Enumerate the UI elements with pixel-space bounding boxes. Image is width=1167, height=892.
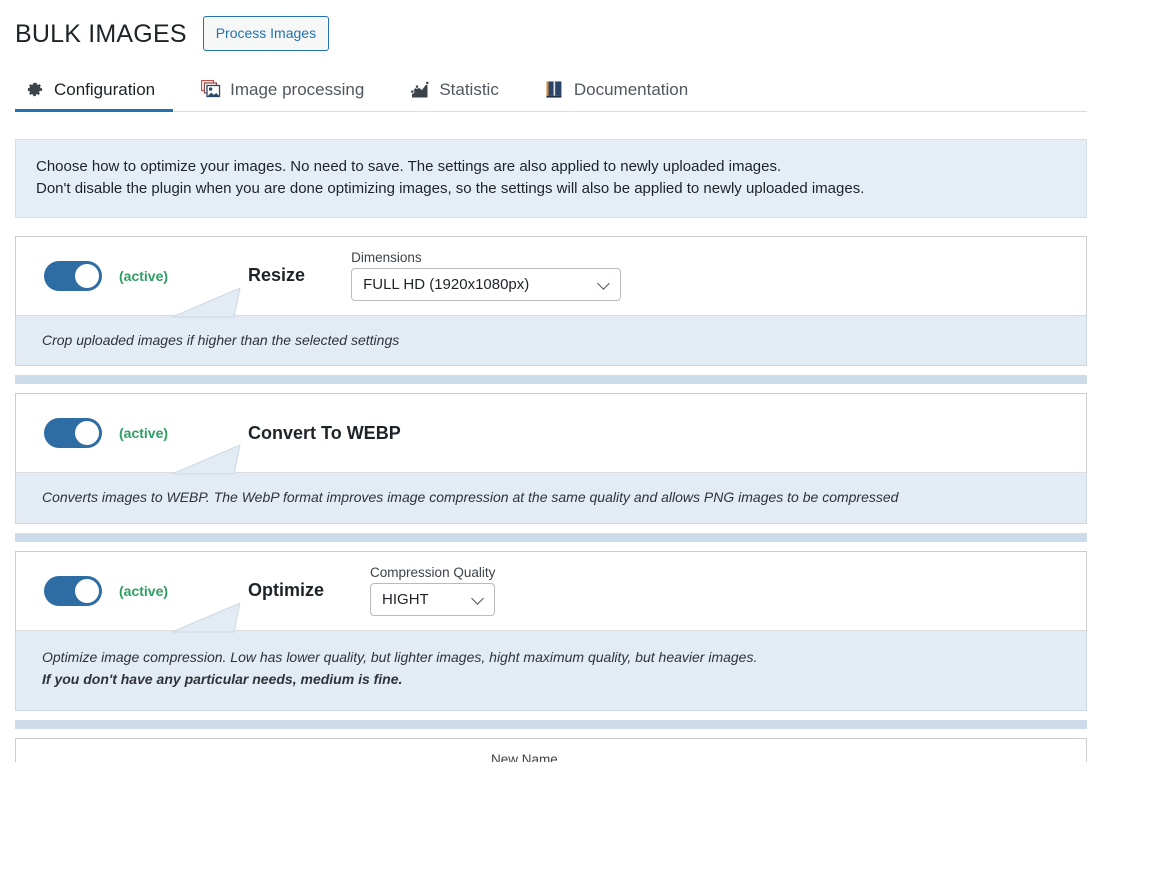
card-separator-bar <box>15 532 1087 542</box>
partial-field-label: New Name <box>491 752 558 763</box>
tab-documentation[interactable]: Documentation <box>535 75 706 111</box>
resize-feature-name: Resize <box>248 265 306 285</box>
page-title: BULK IMAGES <box>15 19 187 48</box>
compression-quality-field: Compression Quality HIGHT <box>370 565 496 617</box>
tab-bar: Configuration Image processing Statistic… <box>15 75 1087 112</box>
convert-webp-description: Converts images to WEBP. The WebP format… <box>15 445 1087 524</box>
setting-row: (active) Resize Dimensions FULL HD (1920… <box>16 237 1086 316</box>
compression-quality-select[interactable]: HIGHT <box>370 583 496 617</box>
optimize-state-label: (active) <box>119 582 169 599</box>
images-icon <box>200 79 221 100</box>
setting-card-resize: (active) Resize Dimensions FULL HD (1920… <box>15 235 1087 367</box>
chart-icon <box>409 79 430 100</box>
description-line-1: Optimize image compression. Low has lowe… <box>42 648 758 665</box>
setting-card-optimize: (active) Optimize Compression Quality HI… <box>15 550 1087 712</box>
dimensions-selected-value: FULL HD (1920x1080px) <box>363 276 530 294</box>
card-spacer <box>15 384 1087 394</box>
optimize-feature-name: Optimize <box>248 580 325 601</box>
setting-card-partial: New Name <box>15 738 1087 763</box>
tab-label: Image processing <box>230 79 365 99</box>
convert-webp-feature-name: Convert To WEBP <box>248 422 401 443</box>
setting-row: (active) Convert To WEBP <box>16 394 1086 474</box>
compression-quality-label: Compression Quality <box>370 565 496 581</box>
tab-statistic[interactable]: Statistic <box>400 75 517 111</box>
book-icon <box>544 79 565 100</box>
chevron-down-icon <box>473 594 484 605</box>
tab-configuration[interactable]: Configuration <box>15 75 174 112</box>
optimize-toggle[interactable] <box>44 575 102 606</box>
page-header: BULK IMAGES Process Images <box>0 0 1167 51</box>
setting-row: (active) Optimize Compression Quality HI… <box>16 552 1086 631</box>
dimensions-label: Dimensions <box>351 249 422 265</box>
card-separator-bar <box>15 375 1087 385</box>
notice-line-2: Don't disable the plugin when you are do… <box>36 179 865 197</box>
tab-label: Configuration <box>54 79 156 99</box>
bulk-images-settings-page: BULK IMAGES Process Images Configuration <box>0 0 1167 892</box>
optimize-description: Optimize image compression. Low has lowe… <box>15 602 1087 712</box>
toggle-knob <box>75 421 99 446</box>
info-notice: Choose how to optimize your images. No n… <box>15 139 1087 218</box>
description-line-1: Converts images to WEBP. The WebP format… <box>42 489 899 506</box>
tab-label: Documentation <box>573 79 689 99</box>
setting-card-convert-webp: (active) Convert To WEBP Converts images… <box>15 393 1087 524</box>
card-spacer <box>15 541 1087 551</box>
compression-quality-selected-value: HIGHT <box>382 591 429 609</box>
notice-line-1: Choose how to optimize your images. No n… <box>36 158 782 175</box>
chevron-down-icon <box>599 279 610 290</box>
card-spacer <box>15 366 1087 376</box>
description-line-1: Crop uploaded images if higher than the … <box>42 331 400 348</box>
process-images-button[interactable]: Process Images <box>202 16 330 51</box>
card-spacer <box>15 729 1087 739</box>
resize-toggle[interactable] <box>44 260 102 291</box>
toggle-knob <box>75 578 99 603</box>
convert-webp-state-label: (active) <box>119 425 169 442</box>
dimensions-select[interactable]: FULL HD (1920x1080px) <box>351 268 622 302</box>
gear-icon <box>24 79 45 100</box>
resize-state-label: (active) <box>119 267 169 284</box>
toggle-knob <box>75 263 99 288</box>
card-spacer <box>15 523 1087 533</box>
dimensions-field: Dimensions FULL HD (1920x1080px) <box>351 249 622 302</box>
tab-label: Statistic <box>439 79 499 99</box>
description-line-2: If you don't have any particular needs, … <box>42 670 403 687</box>
convert-webp-toggle[interactable] <box>44 418 102 449</box>
resize-description: Crop uploaded images if higher than the … <box>15 287 1087 367</box>
card-separator-bar <box>15 720 1087 730</box>
card-spacer <box>15 711 1087 721</box>
tab-image-processing[interactable]: Image processing <box>191 75 382 111</box>
